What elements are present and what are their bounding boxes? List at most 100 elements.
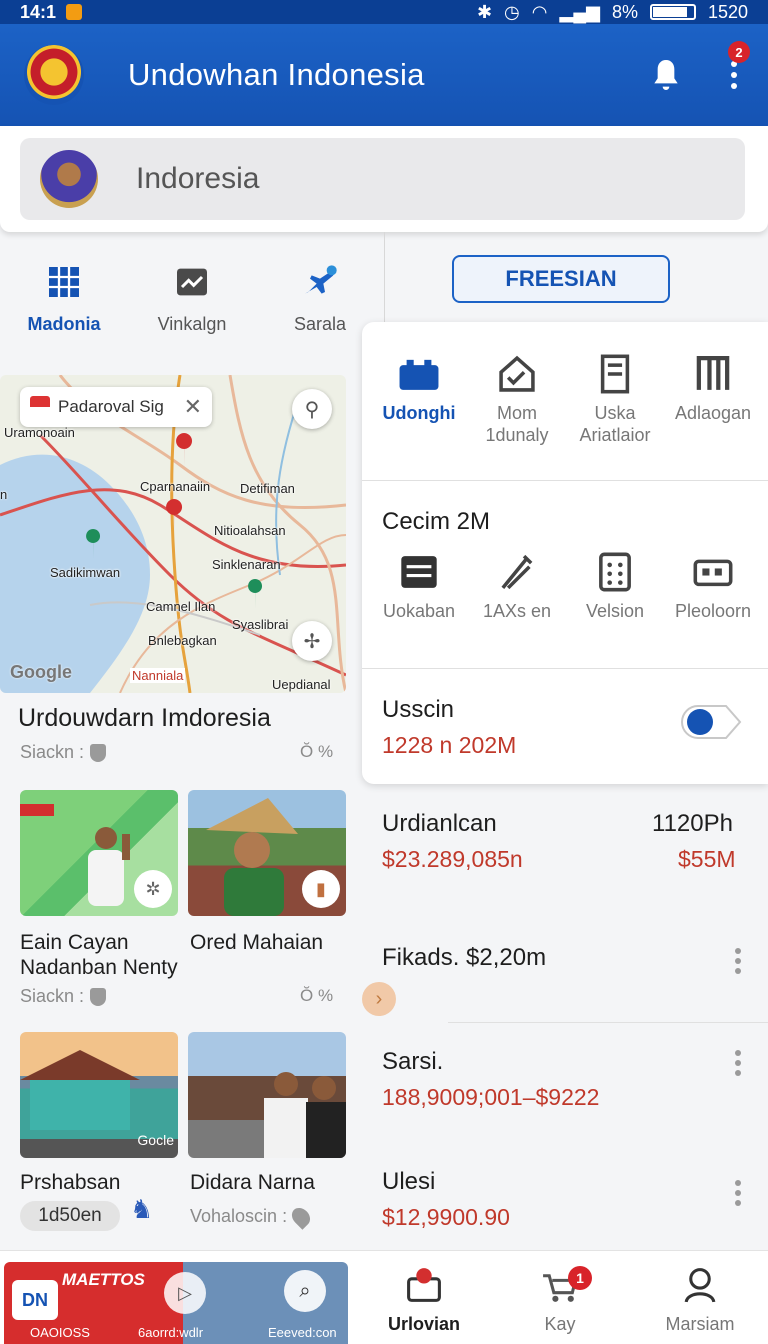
overflow-menu-button[interactable]: 2	[724, 41, 750, 95]
wifi-icon: ◠	[531, 1, 548, 22]
nav-marsiam[interactable]: Marsiam	[640, 1266, 760, 1335]
thumbnail-people[interactable]	[188, 1032, 346, 1158]
toggle-value: 1228 n 202M	[382, 732, 517, 758]
close-icon[interactable]: ✕	[184, 394, 202, 420]
play-icon[interactable]: ▷	[164, 1272, 206, 1314]
service-label: Mom 1dunaly	[485, 403, 549, 445]
map-label: Syaslibrai	[232, 617, 289, 632]
meta-text: Siackn :	[20, 986, 85, 1006]
status-bar: 14:1 ✱ ◷ ◠ ▂▄▆ 8% 1520	[0, 0, 768, 24]
columns-icon	[696, 355, 730, 390]
section-title: Urdouwdarn Imdoresia	[18, 704, 271, 732]
card-title-line: Nadanban Nenty	[20, 956, 178, 979]
bell-icon[interactable]	[646, 55, 686, 95]
thumbnail-map-figure[interactable]: ✲	[20, 790, 178, 916]
service-udonghi[interactable]: Udonghi	[370, 354, 468, 446]
quick-tabs: Madonia Vinkalgn Sarala	[0, 262, 384, 335]
more-icon[interactable]	[735, 948, 741, 974]
service-velsion[interactable]: Velsion	[566, 552, 664, 622]
status-clock: 1520	[707, 1, 748, 22]
service-label: Uska Ariatlaior	[579, 403, 651, 445]
gear-icon[interactable]: ✲	[134, 870, 172, 908]
check-home-icon	[499, 355, 535, 392]
nav-kay[interactable]: Kay 1	[500, 1266, 620, 1335]
map-pill-text: Padaroval Sig	[58, 397, 164, 416]
tools-icon	[501, 554, 533, 590]
tab-sarala[interactable]: Sarala	[260, 262, 380, 335]
nav-label: Urlovian	[387, 1314, 461, 1334]
nav-urlovian[interactable]: Urlovian	[364, 1266, 484, 1335]
banner-logo: DN	[12, 1280, 58, 1320]
map-zoom-button[interactable]: ✢	[292, 621, 332, 661]
search-icon[interactable]: ⌕	[284, 1270, 326, 1312]
finance-right: 1120Ph	[652, 810, 733, 837]
signal-icon: ▂▄▆	[559, 1, 600, 22]
keypad-icon	[599, 552, 631, 592]
map-label: Camnel Ilan	[146, 599, 216, 614]
finance-value: $23.289,085n	[382, 846, 523, 872]
banner-text: 6aorrd:wdlr	[138, 1325, 204, 1340]
banner-text: OAOIOSS	[30, 1325, 90, 1340]
flag-icon	[30, 396, 50, 418]
service-uska[interactable]: Uska Ariatlaior	[566, 354, 664, 446]
finance-right-value: $55M	[678, 846, 736, 872]
map-location-button[interactable]: ⚲	[292, 389, 332, 429]
map-view[interactable]: Padaroval Sig ✕ ⚲ ✢ Uramonoain Cparnanai…	[0, 375, 346, 693]
card-title: Prshabsan	[20, 1171, 121, 1194]
service-adlaogan[interactable]: Adlaogan	[664, 354, 762, 446]
chevron-right-icon[interactable]: ›	[362, 982, 396, 1016]
finance-value: 188,9009;001–$9222	[382, 1084, 600, 1110]
finance-value: $12,9900.90	[382, 1204, 510, 1230]
freesian-button[interactable]: FREESIAN	[452, 255, 670, 303]
map-label: Sadikimwan	[50, 565, 121, 580]
bookmark-icon[interactable]: ▮	[302, 870, 340, 908]
tab-madonia[interactable]: Madonia	[4, 262, 124, 335]
search-input[interactable]: Indoresia	[20, 138, 745, 220]
pin-icon	[288, 1203, 314, 1230]
section-title: Cecim 2M	[382, 508, 491, 535]
tab-vinkalgn[interactable]: Vinkalgn	[132, 262, 252, 335]
alarm-icon: ◷	[504, 1, 520, 22]
avatar[interactable]	[40, 150, 98, 208]
more-icon[interactable]	[735, 1180, 741, 1206]
price-chip[interactable]: 1d50en	[20, 1201, 120, 1231]
list-icon	[401, 556, 437, 588]
tab-label: Sarala	[293, 314, 347, 334]
grid-icon	[49, 267, 79, 297]
google-watermark: Google	[10, 662, 72, 682]
menu-badge: 2	[728, 41, 750, 63]
promo-banner[interactable]: DN MAETTOS ▷ ⌕ OAOIOSS 6aorrd:wdlr Eeeve…	[4, 1262, 348, 1344]
search-value: Indoresia	[136, 162, 260, 195]
toggle-title: Usscin	[382, 696, 455, 723]
service-label: Uokaban	[382, 601, 456, 621]
thumbnail-house[interactable]: Gocle	[20, 1032, 178, 1158]
banner-text: Eeeved:con	[268, 1325, 337, 1340]
service-mom[interactable]: Mom 1dunaly	[468, 354, 566, 446]
card-title: Didara Narna	[190, 1171, 315, 1194]
profile-icon	[684, 1268, 716, 1303]
map-label: Uramonoain	[4, 425, 75, 440]
service-label: 1AXs en	[482, 601, 552, 621]
map-label: Cparnanaiin	[140, 479, 211, 494]
thumbnail-farmer[interactable]: ▮	[188, 790, 346, 916]
map-red-label: Nanniala	[130, 668, 186, 683]
finance-title: Urdianlcan	[382, 810, 497, 837]
service-uokaban[interactable]: Uokaban	[370, 552, 468, 622]
tab-label: Vinkalgn	[157, 314, 227, 334]
map-search-pill[interactable]: Padaroval Sig ✕	[20, 387, 212, 427]
divider	[362, 668, 768, 669]
people-figure	[264, 1072, 346, 1158]
service-pleoloorn[interactable]: Pleoloorn	[664, 552, 762, 622]
finance-title: Fikads. $2,20m	[382, 944, 547, 971]
meta-right: Ŏ %	[300, 986, 334, 1005]
nav-label: Marsiam	[665, 1314, 735, 1334]
figure-icon: ♞	[130, 1194, 154, 1224]
map-label: Sinklenaran	[212, 557, 281, 572]
notification-icon	[66, 4, 83, 20]
battery-percent: 8%	[611, 1, 638, 22]
service-1axs[interactable]: 1AXs en	[468, 552, 566, 622]
more-icon[interactable]	[735, 1050, 741, 1076]
card-title: Eain Cayan Nadanban Nenty	[20, 930, 178, 980]
watermark-text: Gocle	[137, 1132, 174, 1148]
toggle-switch[interactable]	[678, 702, 742, 742]
